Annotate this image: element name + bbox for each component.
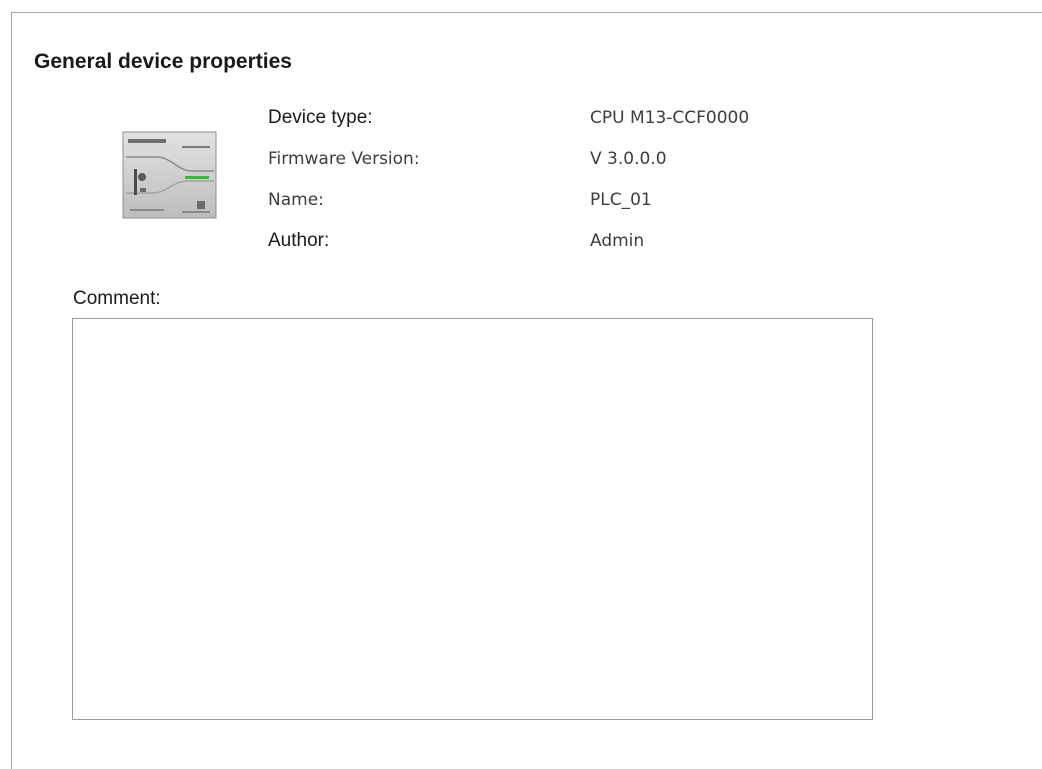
property-row-firmware-version: Firmware Version: V 3.0.0.0 bbox=[268, 147, 868, 173]
name-label: Name: bbox=[268, 190, 324, 210]
plc-module-icon bbox=[122, 131, 217, 219]
firmware-version-value: V 3.0.0.0 bbox=[590, 149, 667, 169]
device-type-value: CPU M13-CCF0000 bbox=[590, 108, 750, 128]
comment-label: Comment: bbox=[73, 288, 161, 309]
firmware-version-label: Firmware Version: bbox=[268, 149, 420, 169]
section-title: General device properties bbox=[34, 50, 292, 73]
author-value: Admin bbox=[590, 231, 645, 251]
property-row-author: Author: Admin bbox=[268, 229, 868, 255]
comment-textarea[interactable] bbox=[72, 318, 873, 720]
name-value: PLC_01 bbox=[590, 190, 652, 210]
property-row-device-type: Device type: CPU M13-CCF0000 bbox=[268, 106, 868, 132]
device-type-label: Device type: bbox=[268, 107, 373, 128]
property-row-name: Name: PLC_01 bbox=[268, 188, 868, 214]
author-label: Author: bbox=[268, 230, 330, 251]
